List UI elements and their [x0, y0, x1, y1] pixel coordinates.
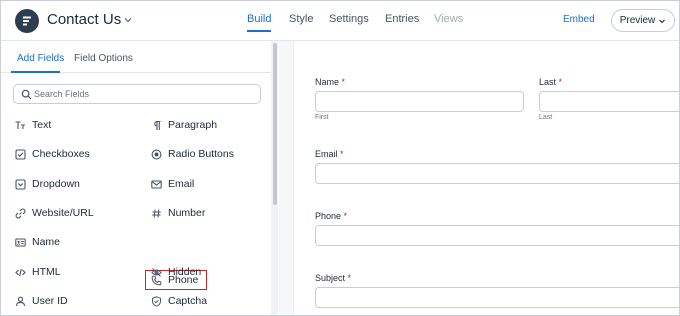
search-icon: [21, 89, 32, 100]
field-number[interactable]: Number: [151, 203, 271, 223]
field-label: Captcha: [168, 295, 208, 307]
last-sublabel: Last: [539, 114, 553, 121]
search-input[interactable]: [34, 87, 254, 101]
email-icon: [151, 179, 162, 189]
first-sublabel: First: [315, 114, 329, 121]
text-icon: [15, 120, 25, 129]
field-html[interactable]: HTML: [15, 262, 135, 282]
required-mark: *: [347, 273, 352, 283]
field-email[interactable]: Email: [151, 174, 271, 194]
form-title[interactable]: Contact Us: [47, 11, 121, 28]
field-name[interactable]: Name: [15, 232, 135, 252]
last-field-label[interactable]: Last *: [539, 77, 562, 87]
code-icon: [15, 268, 26, 276]
preview-label: Preview: [619, 15, 656, 26]
app-window: Contact Us Build Style Settings Entries …: [0, 0, 680, 316]
required-mark: *: [343, 211, 348, 221]
field-label: Paragraph: [168, 119, 218, 131]
shield-icon: [152, 295, 161, 307]
tab-entries[interactable]: Entries: [385, 13, 419, 25]
tab-build-underline: [247, 30, 271, 32]
tab-style[interactable]: Style: [289, 13, 313, 25]
fields-sidebar: Add Fields Field Options Text Check: [1, 41, 278, 315]
chevron-down-icon: [659, 19, 666, 23]
link-icon: [15, 208, 26, 218]
field-label: HTML: [32, 266, 61, 278]
name-field-label[interactable]: Name *: [315, 77, 345, 87]
field-label: Name: [32, 236, 61, 248]
subject-field-label[interactable]: Subject *: [315, 273, 351, 283]
tab-add-fields-underline: [11, 71, 60, 73]
field-paragraph[interactable]: Paragraph: [151, 115, 271, 135]
form-preview: Name * Last * First Last Email * Phone *…: [293, 41, 679, 315]
search-fields[interactable]: [13, 84, 261, 104]
tab-settings[interactable]: Settings: [329, 13, 369, 25]
field-captcha[interactable]: Captcha: [151, 291, 271, 311]
email-input[interactable]: [315, 163, 679, 184]
field-user-id[interactable]: User ID: [15, 291, 135, 311]
embed-button[interactable]: Embed: [563, 14, 595, 25]
tab-field-options[interactable]: Field Options: [74, 53, 133, 64]
first-name-input[interactable]: [315, 91, 524, 112]
tab-add-fields[interactable]: Add Fields: [17, 53, 64, 64]
sidebar-scrollbar-thumb[interactable]: [273, 43, 277, 205]
radio-icon: [151, 149, 162, 159]
checkbox-icon: [15, 148, 26, 160]
field-label: Dropdown: [32, 178, 80, 190]
preview-button[interactable]: Preview: [611, 9, 675, 32]
hash-icon: [152, 208, 161, 218]
required-mark: *: [558, 77, 563, 87]
field-label: Text: [32, 119, 52, 131]
paragraph-icon: [154, 120, 161, 130]
field-hidden[interactable]: Hidden: [151, 262, 271, 282]
top-bar: Contact Us Build Style Settings Entries …: [1, 1, 679, 41]
eye-off-icon: [151, 267, 162, 277]
required-mark: *: [340, 149, 344, 159]
email-field-label[interactable]: Email *: [315, 149, 344, 159]
field-website-url[interactable]: Website/URL: [15, 203, 135, 223]
field-radio-buttons[interactable]: Radio Buttons: [151, 144, 271, 164]
chevron-down-icon[interactable]: [122, 14, 134, 26]
sidebar-tabs: Add Fields Field Options: [1, 41, 277, 73]
field-label: Checkboxes: [32, 148, 90, 160]
tab-views: Views: [434, 13, 464, 25]
field-label: User ID: [32, 295, 68, 307]
field-text[interactable]: Text: [15, 115, 135, 135]
field-label: Hidden: [168, 266, 202, 278]
field-dropdown[interactable]: Dropdown: [15, 174, 135, 194]
field-label: Website/URL: [32, 207, 94, 219]
field-label: Number: [168, 207, 206, 219]
formidable-logo-icon[interactable]: [15, 9, 39, 33]
field-label: Radio Buttons: [168, 148, 234, 160]
phone-input[interactable]: [315, 225, 679, 246]
subject-input[interactable]: [315, 287, 679, 308]
required-mark: *: [341, 77, 346, 87]
field-checkboxes[interactable]: Checkboxes: [15, 144, 135, 164]
dropdown-icon: [15, 178, 26, 190]
user-icon: [15, 296, 26, 306]
phone-field-label[interactable]: Phone *: [315, 211, 347, 221]
id-card-icon: [15, 237, 26, 247]
last-name-input[interactable]: [539, 91, 679, 112]
tab-build[interactable]: Build: [247, 13, 271, 25]
field-label: Email: [168, 178, 195, 190]
